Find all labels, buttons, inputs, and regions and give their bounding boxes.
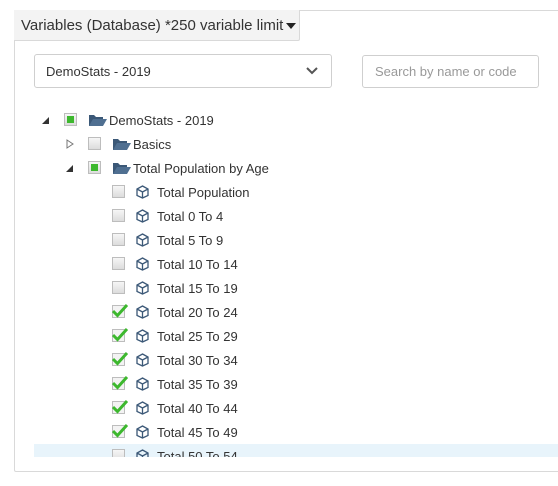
chevron-down-icon	[306, 67, 318, 75]
tree-leaf-label: Total 15 To 19	[157, 280, 238, 296]
tree-leaf-item[interactable]: Total 10 To 14	[34, 252, 558, 276]
checkmark-icon	[112, 423, 128, 438]
checkmark-icon	[112, 399, 128, 414]
database-select[interactable]: DemoStats - 2019	[34, 54, 332, 88]
checkbox-checked[interactable]	[112, 351, 128, 366]
tree-leaf-label: Total Population	[157, 184, 250, 200]
checkbox[interactable]	[112, 233, 125, 246]
cube-icon	[136, 329, 149, 343]
tree-leaf-label: Total 50 To 54	[157, 448, 238, 458]
checkbox[interactable]	[112, 281, 125, 294]
checkbox-checked[interactable]	[112, 423, 128, 438]
checkbox[interactable]	[112, 449, 125, 457]
tree-node-group[interactable]: Total Population by Age	[34, 156, 558, 180]
tree-leaf-label: Total 30 To 34	[157, 352, 238, 368]
tree-node-label: Basics	[133, 136, 172, 152]
tree-leaf-item[interactable]: Total 15 To 19	[34, 276, 558, 300]
checkbox[interactable]	[88, 161, 101, 174]
checkbox-checked[interactable]	[112, 399, 128, 414]
checkbox-checked[interactable]	[112, 375, 128, 390]
tree-leaf-item[interactable]: Total 30 To 34	[34, 348, 558, 372]
tree-leaf-item[interactable]: Total 45 To 49	[34, 420, 558, 444]
checkbox-checked[interactable]	[112, 303, 128, 318]
caret-down-icon[interactable]	[286, 23, 297, 29]
search-input[interactable]	[362, 55, 539, 88]
tree-leaf-label: Total 5 To 9	[157, 232, 224, 248]
tree-leaf-label: Total 35 To 39	[157, 376, 238, 392]
cube-icon	[136, 425, 149, 439]
tree-leaf-item[interactable]: Total 40 To 44	[34, 396, 558, 420]
cube-icon	[136, 233, 149, 247]
cube-icon	[136, 257, 149, 271]
folder-open-icon	[113, 163, 131, 174]
cube-icon	[136, 185, 149, 199]
checkbox[interactable]	[112, 209, 125, 222]
tree-leaf-label: Total 45 To 49	[157, 424, 238, 440]
cube-icon	[136, 209, 149, 223]
tree-leaf-item[interactable]: Total Population	[34, 180, 558, 204]
collapse-triangle-icon[interactable]	[41, 116, 51, 126]
cube-icon	[136, 377, 149, 391]
tree-node-root[interactable]: DemoStats - 2019	[34, 108, 558, 132]
folder-open-icon	[89, 115, 107, 126]
tree-leaf-item[interactable]: Total 35 To 39	[34, 372, 558, 396]
cube-icon	[136, 305, 149, 319]
tree-leaf-label: Total 0 To 4	[157, 208, 224, 224]
checkbox[interactable]	[64, 113, 77, 126]
tree-leaf-label: Total 20 To 24	[157, 304, 238, 320]
cube-icon	[136, 449, 149, 457]
variable-tree: DemoStats - 2019 Basics Total Population…	[34, 108, 558, 457]
tree-leaf-item-hovered[interactable]: Total 50 To 54	[34, 444, 558, 457]
cube-icon	[136, 401, 149, 415]
expand-triangle-icon[interactable]	[65, 139, 75, 149]
tree-leaf-item[interactable]: Total 5 To 9	[34, 228, 558, 252]
tree-node-label: Total Population by Age	[133, 160, 269, 176]
folder-open-icon	[113, 139, 131, 150]
checkbox-checked[interactable]	[112, 327, 128, 342]
cube-icon	[136, 281, 149, 295]
variables-panel-header[interactable]: Variables (Database) *250 variable limit	[14, 10, 300, 41]
tree-leaf-item[interactable]: Total 25 To 29	[34, 324, 558, 348]
checkbox[interactable]	[88, 137, 101, 150]
checkmark-icon	[112, 351, 128, 366]
checkbox[interactable]	[112, 185, 125, 198]
cube-icon	[136, 353, 149, 367]
checkbox[interactable]	[112, 257, 125, 270]
tree-leaf-item[interactable]: Total 20 To 24	[34, 300, 558, 324]
checkmark-icon	[112, 327, 128, 342]
tree-leaf-item[interactable]: Total 0 To 4	[34, 204, 558, 228]
checkmark-icon	[112, 375, 128, 390]
panel-title: Variables (Database) *250 variable limit	[21, 16, 284, 34]
tree-leaf-label: Total 40 To 44	[157, 400, 238, 416]
database-select-value: DemoStats - 2019	[46, 63, 151, 79]
tree-node-label: DemoStats - 2019	[109, 112, 214, 128]
tree-node-group[interactable]: Basics	[34, 132, 558, 156]
tree-leaf-label: Total 25 To 29	[157, 328, 238, 344]
checkmark-icon	[112, 303, 128, 318]
tree-leaf-label: Total 10 To 14	[157, 256, 238, 272]
collapse-triangle-icon[interactable]	[65, 164, 75, 174]
